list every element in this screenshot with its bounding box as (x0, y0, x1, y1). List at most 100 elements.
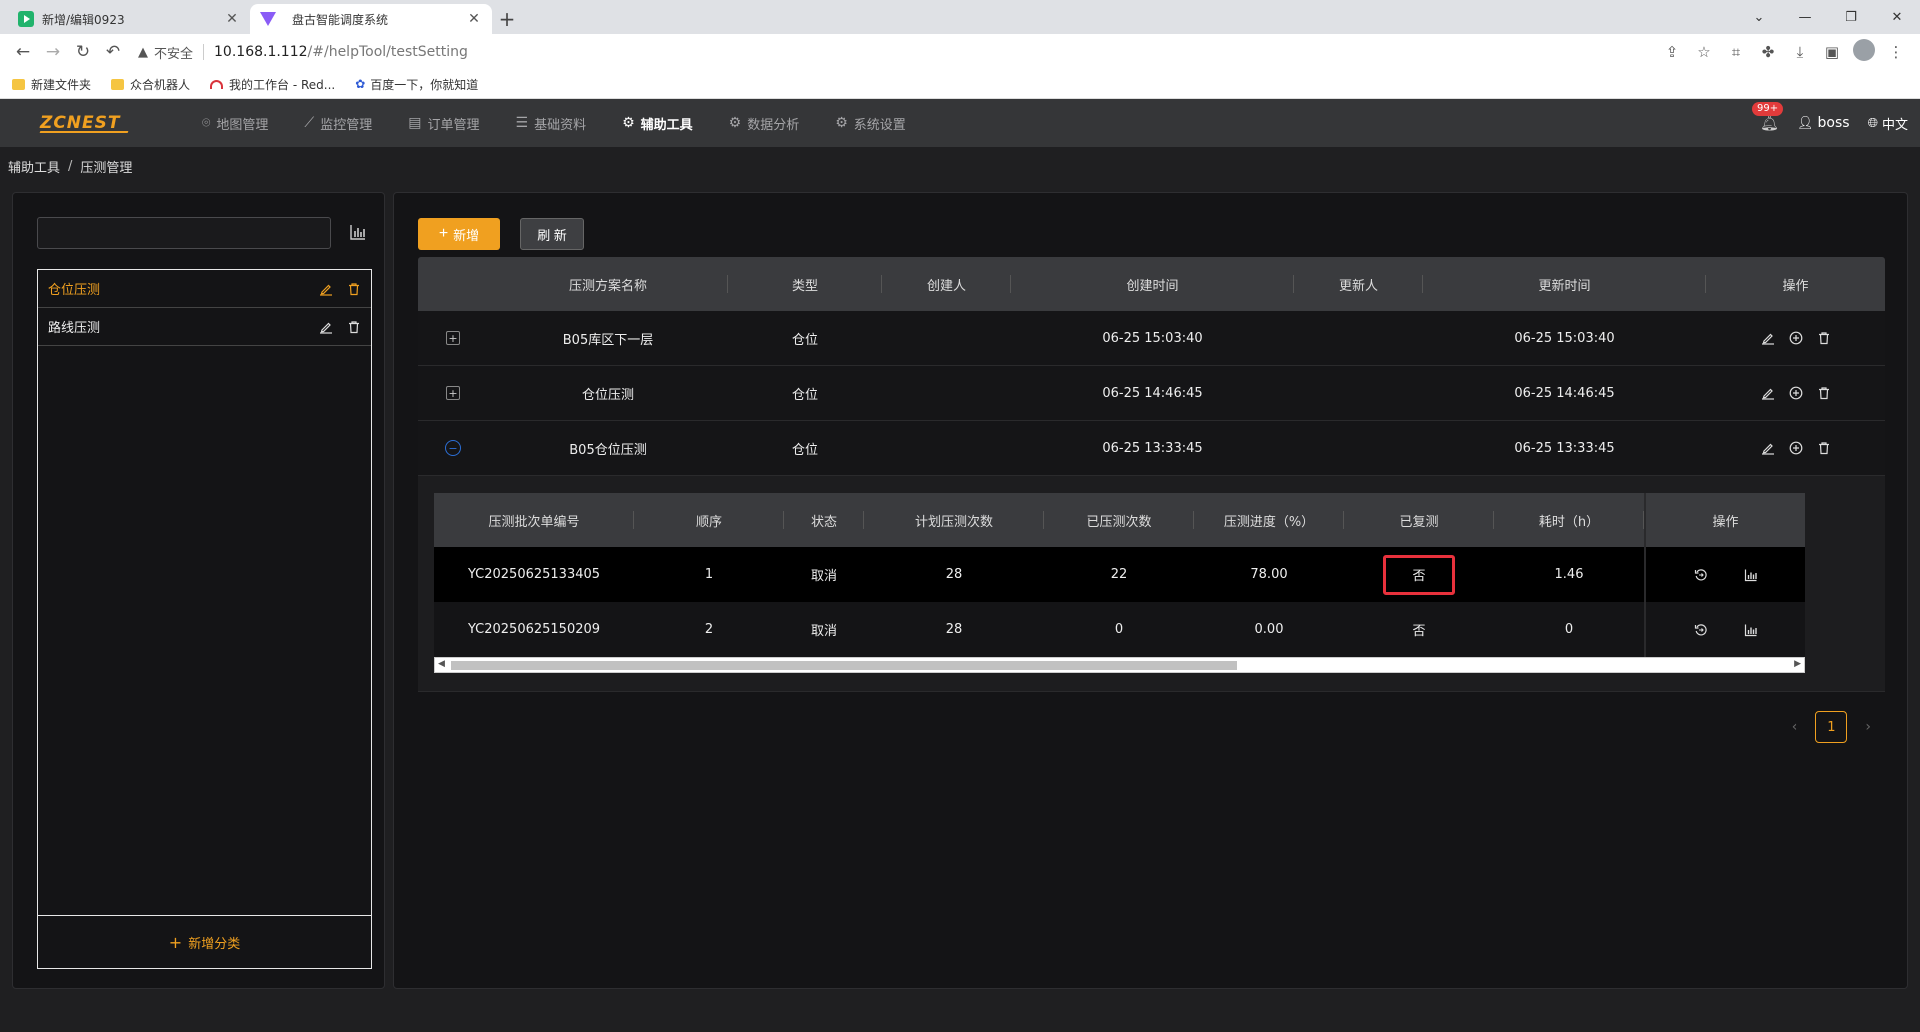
bar-chart-icon[interactable] (1744, 568, 1758, 582)
edit-icon[interactable] (1761, 441, 1775, 455)
plan-creator (882, 366, 1011, 420)
undo-icon[interactable]: ↶ (98, 37, 128, 67)
plan-created: 06-25 13:33:45 (1102, 440, 1203, 456)
plan-updater (1294, 421, 1423, 475)
menu-item-basic-data[interactable]: ☰ 基础资料 (516, 114, 587, 133)
edit-icon[interactable] (1761, 331, 1775, 345)
menu-item-tools[interactable]: ⚙ 辅助工具 (622, 114, 693, 133)
close-window-icon[interactable]: ✕ (1874, 0, 1920, 34)
scroll-right-icon[interactable]: ▶ (1794, 659, 1801, 669)
table-row: + 仓位压测 仓位 06-25 14:46:45 06-25 14:46:45 (418, 366, 1885, 421)
share-icon[interactable]: ⇪ (1656, 43, 1688, 61)
retest-icon[interactable] (1694, 568, 1708, 582)
horizontal-scrollbar[interactable]: ◀ ▶ (434, 657, 1805, 673)
header-cell: 压测进度（%） (1194, 493, 1344, 547)
language-switch[interactable]: 🌐︎ 中文 (1868, 114, 1908, 133)
header-cell: 耗时（h） (1494, 493, 1644, 547)
delete-icon[interactable] (1817, 441, 1831, 455)
add-circle-icon[interactable] (1789, 441, 1803, 455)
address-bar[interactable]: ▲ 不安全 10.168.1.112 /#/helpTool/testSetti… (138, 37, 1646, 67)
batch-progress: 78.00 (1250, 567, 1288, 582)
scrollbar-thumb[interactable] (451, 661, 1237, 670)
category-search-input[interactable] (37, 217, 331, 249)
plan-panel: + 新增 刷 新 压测方案名称 类型 创建人 创建时间 更新人 更新时间 操作 +… (393, 192, 1908, 989)
close-tab-icon[interactable]: ✕ (466, 11, 482, 27)
line-chart-icon: ⟋ (304, 115, 315, 131)
edit-icon[interactable] (1761, 386, 1775, 400)
reload-icon[interactable]: ↻ (68, 37, 98, 67)
app-logo[interactable]: ZCNEST (0, 113, 140, 133)
forward-icon[interactable]: → (38, 37, 68, 67)
new-tab-button[interactable]: + (492, 4, 522, 34)
bookmark-item[interactable]: 我的工作台 - Red... (210, 76, 335, 93)
delete-icon[interactable] (1817, 331, 1831, 345)
star-icon[interactable]: ☆ (1688, 43, 1720, 61)
batch-done: 22 (1110, 567, 1128, 582)
gear-icon: ⚙ (622, 115, 635, 131)
download-icon[interactable]: ⤓ (1784, 43, 1816, 61)
delete-icon[interactable] (1817, 386, 1831, 400)
main-content: 仓位压测 路线压测 + 新增分类 + 新增 刷 新 压测方案名称 类型 创建人 … (0, 192, 1920, 1032)
add-circle-icon[interactable] (1789, 386, 1803, 400)
batch-planned: 28 (945, 567, 963, 582)
menu-item-settings[interactable]: ⚙ 系统设置 (835, 114, 906, 133)
menu-item-orders[interactable]: ▤ 订单管理 (408, 114, 479, 133)
crop-icon[interactable]: ⌗ (1720, 43, 1752, 61)
menu-item-monitor[interactable]: ⟋ 监控管理 (304, 114, 372, 133)
menu-item-map[interactable]: ⌾ 地图管理 (202, 114, 268, 133)
close-tab-icon[interactable]: ✕ (224, 11, 240, 27)
more-icon[interactable]: ⋮ (1880, 43, 1912, 61)
bar-chart-icon[interactable] (349, 223, 367, 241)
add-button[interactable]: + 新增 (418, 218, 500, 250)
retest-icon[interactable] (1694, 623, 1708, 637)
prev-page-icon[interactable]: ‹ (1792, 719, 1798, 735)
extensions-icon[interactable]: ✤ (1752, 43, 1784, 61)
next-page-icon[interactable]: › (1865, 719, 1871, 735)
add-circle-icon[interactable] (1789, 331, 1803, 345)
location-pin-icon: ⌾ (202, 115, 211, 131)
category-item[interactable]: 路线压测 (38, 308, 371, 346)
notification-bell[interactable]: 🔔︎ 99+ (1751, 102, 1784, 132)
plan-table: 压测方案名称 类型 创建人 创建时间 更新人 更新时间 操作 + B05库区下一… (418, 257, 1885, 692)
bookmark-item[interactable]: 新建文件夹 (12, 76, 91, 93)
profile-icon[interactable] (1848, 39, 1880, 65)
category-item[interactable]: 仓位压测 (38, 270, 371, 308)
scroll-left-icon[interactable]: ◀ (438, 659, 445, 669)
browser-tab[interactable]: 新增/编辑0923 ✕ (8, 4, 250, 34)
collapse-icon[interactable]: − (445, 440, 461, 456)
expand-icon[interactable]: + (446, 386, 460, 400)
redmine-icon (210, 79, 224, 89)
back-icon[interactable]: ← (8, 37, 38, 67)
bookmark-item[interactable]: ✿ 百度一下，你就知道 (355, 76, 478, 93)
divider (203, 44, 205, 60)
expand-icon[interactable]: + (446, 331, 460, 345)
add-category-button[interactable]: + 新增分类 (37, 915, 372, 969)
bookmark-label: 我的工作台 - Red... (229, 77, 336, 92)
plan-creator (882, 311, 1011, 365)
edit-icon[interactable] (319, 282, 333, 296)
user-menu[interactable]: 👤︎ boss (1797, 115, 1850, 131)
edit-icon[interactable] (319, 320, 333, 334)
plan-created: 06-25 15:03:40 (1102, 330, 1203, 346)
refresh-button[interactable]: 刷 新 (520, 218, 584, 250)
sidebar-icon[interactable]: ▣ (1816, 43, 1848, 61)
tab-search-icon[interactable]: ⌄ (1736, 0, 1782, 34)
menu-item-analysis[interactable]: ⚙ 数据分析 (729, 114, 800, 133)
page-number[interactable]: 1 (1815, 711, 1848, 743)
batch-subtable-container: 压测批次单编号 顺序 状态 计划压测次数 已压测次数 压测进度（%） 已复测 耗… (418, 476, 1885, 692)
logo-underline (39, 131, 129, 133)
notification-badge: 99+ (1751, 102, 1784, 116)
bar-chart-icon[interactable] (1744, 623, 1758, 637)
header-cell: 创建时间 (1011, 257, 1294, 311)
menu-label: 订单管理 (427, 117, 480, 133)
minimize-icon[interactable]: — (1782, 0, 1828, 34)
breadcrumb-parent[interactable]: 辅助工具 (8, 157, 60, 176)
restore-icon[interactable]: ❐ (1828, 0, 1874, 34)
baidu-paw-icon: ✿ (355, 77, 366, 91)
header-cell: 已复测 (1344, 493, 1494, 547)
browser-tab-active[interactable]: 盘古智能调度系统 ✕ (250, 4, 492, 34)
plan-updater (1294, 311, 1423, 365)
bookmark-item[interactable]: 众合机器人 (111, 76, 190, 93)
delete-icon[interactable] (347, 282, 361, 296)
delete-icon[interactable] (347, 320, 361, 334)
